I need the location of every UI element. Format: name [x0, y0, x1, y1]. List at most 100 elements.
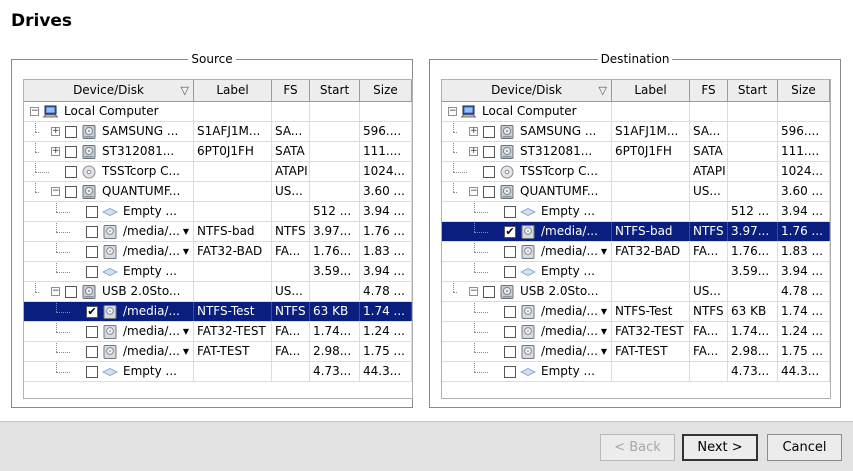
- tree-row[interactable]: − Local Computer: [24, 102, 412, 122]
- select-checkbox[interactable]: [65, 185, 77, 198]
- header-device-disk[interactable]: Device/Disk ▽: [442, 80, 612, 101]
- select-checkbox[interactable]: [483, 145, 495, 158]
- select-checkbox[interactable]: [504, 325, 516, 338]
- dropdown-arrow-icon[interactable]: ▼: [601, 242, 607, 261]
- select-checkbox[interactable]: [483, 185, 495, 198]
- header-fs[interactable]: FS: [272, 80, 310, 101]
- dropdown-arrow-icon[interactable]: ▼: [183, 222, 189, 241]
- back-button[interactable]: < Back: [600, 434, 675, 461]
- tree-row[interactable]: + SAMSUNG ... S1AFJ1M... SA... 596....: [442, 122, 830, 142]
- tree-row[interactable]: TSSTcorp C... ATAPI 1024...: [442, 162, 830, 182]
- tree-row[interactable]: /media/... ▼ NTFS-bad NTFS 3.97... 1.76 ...: [24, 222, 412, 242]
- tree-row[interactable]: Empty ... 512 ... 3.94 ...: [24, 202, 412, 222]
- select-checkbox[interactable]: ✔: [86, 305, 98, 318]
- select-checkbox[interactable]: [86, 205, 98, 218]
- select-checkbox[interactable]: [504, 305, 516, 318]
- tree-row[interactable]: − USB 2.0Sto... US... 4.78 ...: [24, 282, 412, 302]
- header-start[interactable]: Start: [728, 80, 778, 101]
- select-checkbox[interactable]: [65, 165, 77, 178]
- device-cell: /media/... ▼: [442, 242, 612, 261]
- select-checkbox[interactable]: [504, 345, 516, 358]
- tree-row[interactable]: + ST312081... 6PT0J1FH SATA 111....: [442, 142, 830, 162]
- select-checkbox[interactable]: [483, 165, 495, 178]
- expand-icon[interactable]: +: [51, 127, 60, 136]
- dropdown-arrow-icon[interactable]: ▼: [601, 302, 607, 321]
- tree-row[interactable]: /media/... ▼ NTFS-Test NTFS 63 KB 1.74 ...: [442, 302, 830, 322]
- size-cell: 3.94 ...: [360, 262, 412, 281]
- expand-icon[interactable]: +: [51, 147, 60, 156]
- destination-tree-header: Device/Disk ▽ Label FS Start Size: [442, 80, 830, 102]
- fs-cell: US...: [272, 282, 310, 301]
- select-checkbox[interactable]: [86, 225, 98, 238]
- select-checkbox[interactable]: [65, 125, 77, 138]
- header-fs[interactable]: FS: [690, 80, 728, 101]
- tree-row[interactable]: Empty ... 3.59... 3.94 ...: [24, 262, 412, 282]
- cancel-button[interactable]: Cancel: [767, 434, 842, 461]
- collapse-icon[interactable]: −: [51, 287, 60, 296]
- select-checkbox[interactable]: [483, 125, 495, 138]
- select-checkbox[interactable]: [504, 205, 516, 218]
- dropdown-arrow-icon[interactable]: ▼: [601, 322, 607, 341]
- expand-icon[interactable]: +: [469, 147, 478, 156]
- tree-row[interactable]: /media/... ▼ FAT32-BAD FA... 1.76... 1.83 ...: [24, 242, 412, 262]
- size-cell: 1.83 ...: [360, 242, 412, 261]
- select-checkbox[interactable]: [504, 245, 516, 258]
- header-start[interactable]: Start: [310, 80, 360, 101]
- tree-row[interactable]: /media/... ▼ FAT32-TEST FA... 1.74... 1.24 ..…: [24, 322, 412, 342]
- tree-row[interactable]: /media/... ▼ FAT32-TEST FA... 1.74... 1.24 ..…: [442, 322, 830, 342]
- collapse-icon[interactable]: −: [469, 187, 478, 196]
- header-device-disk[interactable]: Device/Disk ▽: [24, 80, 194, 101]
- select-checkbox[interactable]: [86, 265, 98, 278]
- tree-row[interactable]: − QUANTUMF... US... 3.60 ...: [442, 182, 830, 202]
- tree-row[interactable]: − QUANTUMF... US... 3.60 ...: [24, 182, 412, 202]
- header-label[interactable]: Label: [194, 80, 272, 101]
- start-cell: 4.73...: [728, 362, 778, 381]
- collapse-icon[interactable]: −: [51, 187, 60, 196]
- select-checkbox[interactable]: [65, 285, 77, 298]
- label-cell: FAT32-BAD: [194, 242, 272, 261]
- header-label[interactable]: Label: [612, 80, 690, 101]
- select-checkbox[interactable]: [86, 345, 98, 358]
- tree-row[interactable]: − Local Computer: [442, 102, 830, 122]
- device-name: /media/...: [123, 324, 180, 338]
- header-size[interactable]: Size: [778, 80, 830, 101]
- size-cell: 596....: [778, 122, 830, 141]
- tree-row[interactable]: ✔ /media/... NTFS-bad NTFS 3.97... 1.76 ...: [442, 222, 830, 242]
- collapse-icon[interactable]: −: [469, 287, 478, 296]
- fs-cell: SATA: [690, 142, 728, 161]
- tree-row[interactable]: /media/... ▼ FAT-TEST FA... 2.98... 1.75 ...: [24, 342, 412, 362]
- select-checkbox[interactable]: [504, 265, 516, 278]
- tree-row[interactable]: /media/... ▼ FAT-TEST FA... 2.98... 1.75 ...: [442, 342, 830, 362]
- dropdown-arrow-icon[interactable]: ▼: [183, 342, 189, 361]
- start-cell: 1.74...: [310, 322, 360, 341]
- tree-row[interactable]: TSSTcorp C... ATAPI 1024...: [24, 162, 412, 182]
- dropdown-arrow-icon[interactable]: ▼: [601, 342, 607, 361]
- tree-row[interactable]: Empty ... 4.73... 44.3...: [24, 362, 412, 382]
- select-checkbox[interactable]: [86, 325, 98, 338]
- tree-row[interactable]: Empty ... 512 ... 3.94 ...: [442, 202, 830, 222]
- label-cell: [612, 202, 690, 221]
- header-size[interactable]: Size: [360, 80, 412, 101]
- select-checkbox[interactable]: [65, 145, 77, 158]
- tree-row[interactable]: + ST312081... 6PT0J1FH SATA 111....: [24, 142, 412, 162]
- tree-row[interactable]: ✔ /media/... NTFS-Test NTFS 63 KB 1.74 ...: [24, 302, 412, 322]
- device-cell: ✔ /media/...: [24, 302, 194, 321]
- select-checkbox[interactable]: ✔: [504, 225, 516, 238]
- collapse-icon[interactable]: −: [30, 107, 39, 116]
- select-checkbox[interactable]: [86, 245, 98, 258]
- collapse-icon[interactable]: −: [448, 107, 457, 116]
- dropdown-arrow-icon[interactable]: ▼: [183, 242, 189, 261]
- source-tree[interactable]: Device/Disk ▽ Label FS Start Size − Local …: [23, 79, 413, 399]
- expand-icon[interactable]: +: [469, 127, 478, 136]
- dropdown-arrow-icon[interactable]: ▼: [183, 322, 189, 341]
- tree-row[interactable]: + SAMSUNG ... S1AFJ1M... SA... 596....: [24, 122, 412, 142]
- select-checkbox[interactable]: [504, 365, 516, 378]
- select-checkbox[interactable]: [86, 365, 98, 378]
- tree-row[interactable]: Empty ... 3.59... 3.94 ...: [442, 262, 830, 282]
- next-button[interactable]: Next >: [682, 434, 758, 461]
- tree-row[interactable]: /media/... ▼ FAT32-BAD FA... 1.76... 1.83 ...: [442, 242, 830, 262]
- tree-row[interactable]: Empty ... 4.73... 44.3...: [442, 362, 830, 382]
- select-checkbox[interactable]: [483, 285, 495, 298]
- tree-row[interactable]: − USB 2.0Sto... US... 4.78 ...: [442, 282, 830, 302]
- destination-tree[interactable]: Device/Disk ▽ Label FS Start Size − Local …: [441, 79, 831, 399]
